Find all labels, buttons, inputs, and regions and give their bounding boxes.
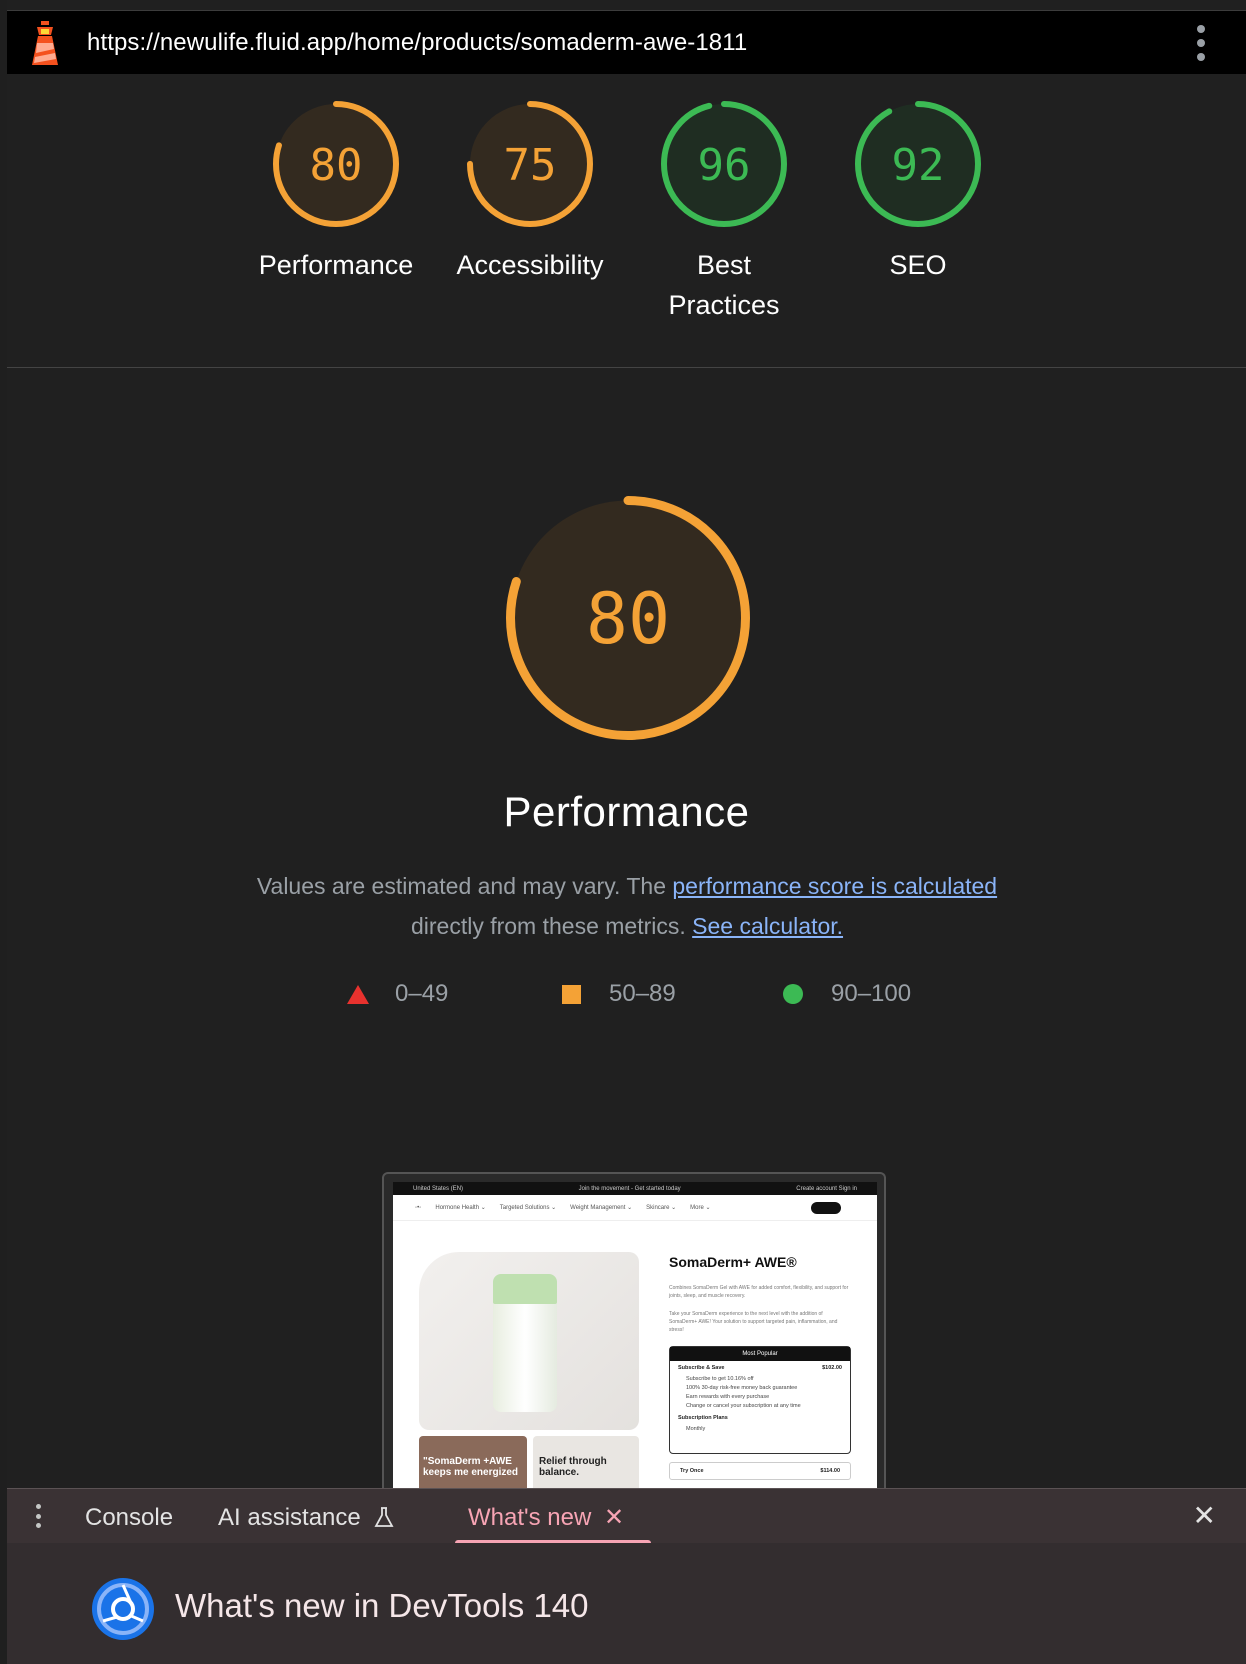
tab-ai-label: AI assistance [218, 1504, 361, 1531]
screenshot-nav-item: More ⌄ [690, 1205, 711, 1211]
flask-icon [374, 1507, 394, 1527]
screenshot-subscribe-label: Subscribe & Save [678, 1365, 725, 1371]
performance-score-gauge: 80 [506, 496, 750, 740]
tab-ai-assistance[interactable]: AI assistance [218, 1489, 395, 1544]
screenshot-desc: Take your SomaDerm experience to the nex… [669, 1311, 838, 1333]
page-screenshot-thumbnail[interactable]: United States (EN) Join the movement - G… [382, 1172, 886, 1488]
page-screenshot: United States (EN) Join the movement - G… [393, 1182, 877, 1488]
score-gauge-value: 75 [504, 140, 557, 191]
circle-icon [783, 984, 803, 1004]
gauge-label: Accessibility [456, 250, 604, 280]
screenshot-subscribe-row: Subscribe & Save $102.00 [670, 1361, 850, 1375]
screenshot-bullet: Change or cancel your subscription at an… [686, 1403, 801, 1409]
gauge-performance[interactable]: 80 Performance [246, 74, 426, 285]
score-gauge-icon: 92 [855, 101, 981, 227]
legend-pass-label: 90–100 [831, 980, 912, 1007]
gauge-label: Best Practices [668, 250, 780, 320]
screenshot-logo: ◦•◦ [415, 1204, 422, 1211]
screenshot-banner: Join the movement - Get started today [578, 1185, 681, 1192]
screenshot-desc: Combines SomaDerm Gel with AWE for added… [669, 1285, 849, 1299]
legend-fail-label: 0–49 [395, 980, 449, 1007]
legend-average: 50–89 [562, 980, 676, 1008]
screenshot-plans-value: Monthly [686, 1426, 706, 1432]
gauge-label: Performance [258, 250, 414, 280]
page-url[interactable]: https://newulife.fluid.app/home/products… [87, 29, 747, 57]
drawer-tabbar: Console AI assistance What's new ✕ ✕ [7, 1488, 1246, 1544]
square-icon [562, 984, 581, 1004]
screenshot-account: Create account Sign in [796, 1185, 857, 1192]
gauge-best-practices[interactable]: 96 Best Practices [634, 74, 814, 325]
legend-average-label: 50–89 [609, 980, 676, 1007]
screenshot-promo-card: Relief through balance. [533, 1436, 639, 1488]
screenshot-try-price: $114.00 [820, 1468, 840, 1474]
performance-description: Values are estimated and may vary. The p… [247, 866, 1007, 946]
gauge-seo[interactable]: 92 SEO [828, 74, 1008, 285]
screenshot-testimonial-card: "SomaDerm +AWE keeps me energized [419, 1436, 527, 1488]
screenshot-product-image [419, 1252, 639, 1430]
close-tab-icon[interactable]: ✕ [604, 1504, 624, 1531]
screenshot-try-label: Try Once [680, 1468, 704, 1474]
screenshot-subscribe-price: $102.00 [822, 1365, 842, 1371]
screenshot-bullet: Earn rewards with every purchase [686, 1394, 770, 1400]
desc-text: Values are estimated and may vary. The [256, 873, 673, 899]
screenshot-bullet: 100% 30-day risk-free money back guarant… [686, 1385, 798, 1391]
legend-pass: 90–100 [783, 980, 911, 1008]
tab-console[interactable]: Console [85, 1489, 173, 1544]
performance-title: Performance [503, 788, 750, 835]
screenshot-subscribe-box: Most Popular Subscribe & Save $102.00 Su… [669, 1346, 851, 1454]
devtools-window: https://newulife.fluid.app/home/products… [7, 0, 1246, 1664]
score-gauge-value: 96 [698, 140, 751, 191]
triangle-icon [347, 984, 369, 1004]
score-gauge-icon: 75 [467, 101, 593, 227]
screenshot-product-title: SomaDerm+ AWE® [669, 1254, 797, 1270]
screenshot-nav-item: Weight Management ⌄ [570, 1205, 633, 1211]
score-gauge-icon: 80 [273, 101, 399, 227]
screenshot-nav: ◦•◦ Hormone Health ⌄ Targeted Solutions … [393, 1195, 877, 1221]
whats-new-panel: What's new in DevTools 140 [7, 1543, 1246, 1664]
score-gauge-value: 92 [892, 140, 945, 191]
screenshot-plans-label: Subscription Plans [678, 1415, 728, 1421]
desc-text: directly from these metrics. [410, 913, 693, 939]
drawer-menu-icon[interactable] [35, 1504, 41, 1528]
score-legend: 0–49 50–89 90–100 [347, 980, 947, 1016]
screenshot-bullet: Subscribe to get 10.16% off [686, 1376, 754, 1382]
tab-whats-new-label: What's new [468, 1504, 592, 1531]
whats-new-heading: What's new in DevTools 140 [175, 1587, 589, 1624]
gauge-accessibility[interactable]: 75 Accessibility [440, 74, 620, 285]
performance-gauge-value: 80 [586, 578, 670, 660]
score-calculated-link[interactable]: performance score is calculated [672, 873, 997, 899]
screenshot-plans-row: Subscription Plans [670, 1411, 850, 1425]
screenshot-try-once: Try Once $114.00 [669, 1462, 851, 1480]
gauge-label: SEO [889, 250, 947, 280]
score-summary: 80 Performance 75 Accessibility 96 Best … [7, 74, 1246, 368]
lighthouse-icon [32, 20, 58, 65]
screenshot-box-head: Most Popular [670, 1347, 850, 1361]
legend-fail: 0–49 [347, 980, 448, 1008]
screenshot-cart-icon [811, 1201, 841, 1214]
close-icon[interactable]: ✕ [1193, 1502, 1216, 1530]
screenshot-locale: United States (EN) [413, 1185, 464, 1192]
score-gauge-icon: 96 [661, 101, 787, 227]
screenshot-nav-item: Skincare ⌄ [646, 1205, 677, 1211]
screenshot-topbar: United States (EN) Join the movement - G… [393, 1182, 877, 1195]
screenshot-nav-item: Hormone Health ⌄ [435, 1205, 486, 1211]
tab-whats-new[interactable]: What's new ✕ [468, 1489, 624, 1544]
score-gauge-value: 80 [310, 140, 363, 191]
bottle-cap [493, 1274, 557, 1304]
see-calculator-link[interactable]: See calculator. [692, 913, 843, 939]
more-options-icon[interactable] [1196, 25, 1206, 61]
devtools-logo-icon [92, 1578, 154, 1640]
url-bar: https://newulife.fluid.app/home/products… [7, 10, 1246, 74]
screenshot-nav-item: Targeted Solutions ⌄ [499, 1205, 557, 1211]
screenshot-bullets: Subscribe to get 10.16% off 100% 30-day … [670, 1375, 850, 1411]
